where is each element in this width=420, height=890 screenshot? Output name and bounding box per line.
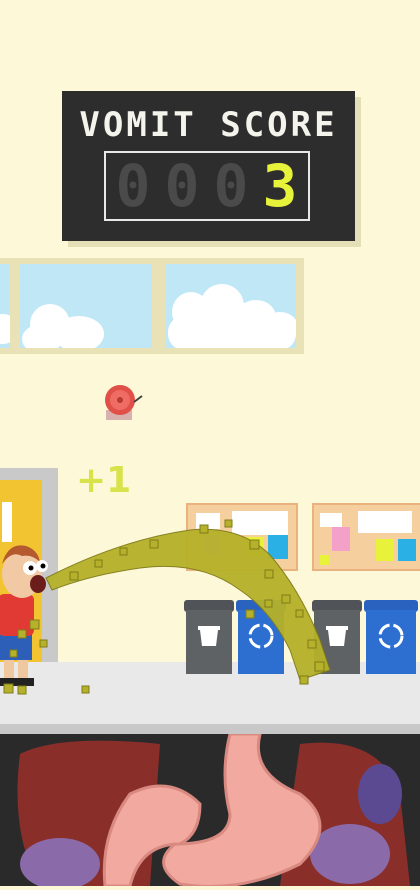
vomit-stream <box>3 519 331 695</box>
game-scene[interactable]: VOMIT SCORE 0 0 0 3 +1 <box>0 0 420 890</box>
score-popup: +1 <box>76 460 132 501</box>
